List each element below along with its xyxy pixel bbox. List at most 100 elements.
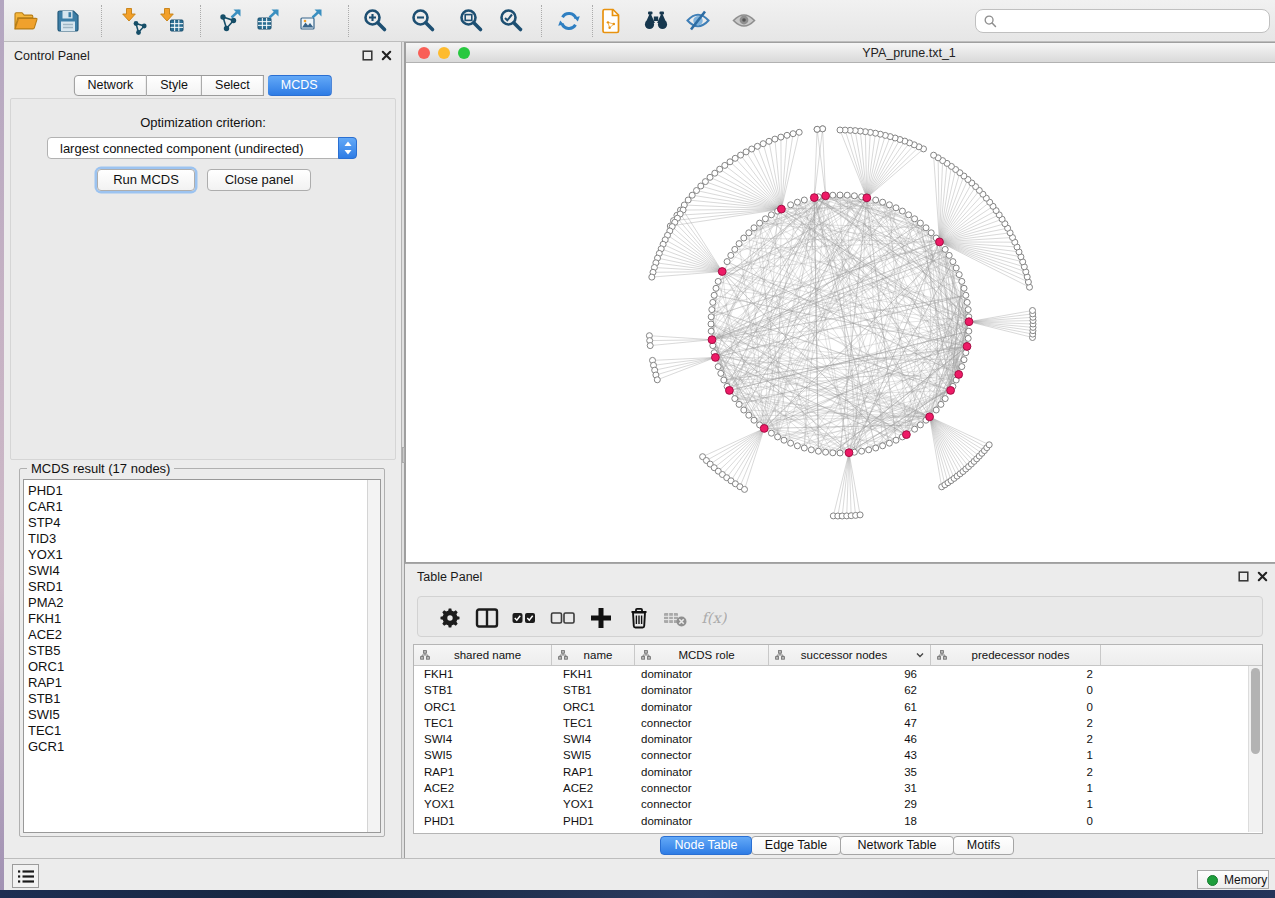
table-settings-icon[interactable]	[437, 605, 463, 631]
float-table-panel-icon[interactable]	[1238, 571, 1249, 582]
column-header-name[interactable]: name	[552, 645, 635, 665]
table-row[interactable]: TEC1TEC1connector472	[414, 715, 1247, 731]
zoom-selected-icon[interactable]	[498, 7, 526, 35]
table-row[interactable]: ORC1ORC1dominator610	[414, 699, 1247, 715]
cell[interactable]: connector	[635, 715, 769, 731]
cell[interactable]: 29	[769, 796, 931, 812]
export-table-icon[interactable]	[255, 7, 283, 35]
mcds-result-item[interactable]: YOX1	[28, 547, 364, 563]
select-all-columns-icon[interactable]	[511, 605, 537, 631]
run-mcds-button[interactable]: Run MCDS	[97, 169, 195, 191]
cell[interactable]: YOX1	[552, 796, 635, 812]
cell[interactable]: ACE2	[414, 780, 552, 796]
cell[interactable]: STB1	[414, 682, 552, 698]
table-row[interactable]: ACE2ACE2connector311	[414, 780, 1247, 796]
cell[interactable]: 0	[931, 682, 1101, 698]
cell[interactable]: dominator	[635, 731, 769, 747]
cell[interactable]: 2	[931, 666, 1101, 682]
mcds-result-item[interactable]: RAP1	[28, 675, 364, 691]
column-header-predecessor-nodes[interactable]: predecessor nodes	[931, 645, 1101, 665]
zoom-fit-icon[interactable]	[458, 7, 486, 35]
float-panel-icon[interactable]	[362, 50, 373, 61]
network-window-titlebar[interactable]: YPA_prune.txt_1	[406, 43, 1275, 63]
save-session-icon[interactable]	[54, 7, 82, 35]
cell[interactable]: PHD1	[414, 813, 552, 829]
zoom-in-icon[interactable]	[362, 7, 390, 35]
close-panel-icon[interactable]	[381, 50, 392, 61]
mcds-result-item[interactable]: STB1	[28, 691, 364, 707]
mcds-result-item[interactable]: PMA2	[28, 595, 364, 611]
table-row[interactable]: SWI4SWI4dominator462	[414, 731, 1247, 747]
cell[interactable]: ORC1	[414, 699, 552, 715]
cell[interactable]: 31	[769, 780, 931, 796]
tab-network-table[interactable]: Network Table	[840, 836, 954, 855]
cell[interactable]: STB1	[552, 682, 635, 698]
search-box[interactable]	[975, 9, 1270, 33]
table-row[interactable]: YOX1YOX1connector291	[414, 796, 1247, 812]
task-history-button[interactable]	[12, 864, 39, 888]
mcds-result-item[interactable]: ORC1	[28, 659, 364, 675]
delete-column-icon[interactable]	[626, 605, 652, 631]
show-all-icon[interactable]	[730, 7, 758, 35]
cell[interactable]: YOX1	[414, 796, 552, 812]
mcds-result-item[interactable]: TID3	[28, 531, 364, 547]
cell[interactable]: 1	[931, 747, 1101, 763]
table-scrollbar-thumb[interactable]	[1251, 668, 1260, 754]
cell[interactable]: 43	[769, 747, 931, 763]
cell[interactable]: SWI4	[552, 731, 635, 747]
criterion-dropdown[interactable]: largest connected component (undirected)	[47, 137, 357, 159]
cell[interactable]: RAP1	[414, 764, 552, 780]
cell[interactable]: 0	[931, 699, 1101, 715]
window-close-icon[interactable]	[418, 47, 430, 59]
cell[interactable]: 96	[769, 666, 931, 682]
cell[interactable]: 2	[931, 764, 1101, 780]
hide-selected-icon[interactable]	[684, 7, 712, 35]
close-panel-button[interactable]: Close panel	[207, 169, 311, 191]
memory-button[interactable]: Memory	[1197, 870, 1269, 889]
cell[interactable]: dominator	[635, 764, 769, 780]
tab-motifs[interactable]: Motifs	[953, 836, 1014, 855]
mcds-result-item[interactable]: CAR1	[28, 499, 364, 515]
cell[interactable]: ACE2	[552, 780, 635, 796]
mcds-result-item[interactable]: SWI4	[28, 563, 364, 579]
mcds-result-item[interactable]: GCR1	[28, 739, 364, 755]
import-network-icon[interactable]	[119, 7, 147, 35]
cell[interactable]: connector	[635, 780, 769, 796]
cell[interactable]: 35	[769, 764, 931, 780]
function-builder-icon[interactable]: f(x)	[701, 605, 727, 631]
export-network-icon[interactable]	[217, 7, 245, 35]
mcds-result-item[interactable]: STP4	[28, 515, 364, 531]
table-row[interactable]: PHD1PHD1dominator180	[414, 813, 1247, 829]
mcds-result-item[interactable]: ACE2	[28, 627, 364, 643]
tab-select[interactable]: Select	[202, 75, 264, 96]
cell[interactable]: 61	[769, 699, 931, 715]
tab-node-table[interactable]: Node Table	[660, 836, 752, 855]
close-table-panel-icon[interactable]	[1257, 571, 1268, 582]
column-header-MCDS-role[interactable]: MCDS role	[635, 645, 769, 665]
cell[interactable]: 18	[769, 813, 931, 829]
table-row[interactable]: SWI5SWI5connector431	[414, 747, 1247, 763]
cell[interactable]: SWI5	[552, 747, 635, 763]
cell[interactable]: 0	[931, 813, 1101, 829]
cell[interactable]: PHD1	[552, 813, 635, 829]
table-row[interactable]: RAP1RAP1dominator352	[414, 764, 1247, 780]
network-canvas[interactable]	[406, 63, 1275, 562]
column-header-shared-name[interactable]: shared name	[414, 645, 552, 665]
table-row[interactable]: STB1STB1dominator620	[414, 682, 1247, 698]
cell[interactable]: dominator	[635, 666, 769, 682]
mcds-result-item[interactable]: TEC1	[28, 723, 364, 739]
cell[interactable]: 47	[769, 715, 931, 731]
window-zoom-icon[interactable]	[458, 47, 470, 59]
cell[interactable]: 62	[769, 682, 931, 698]
mcds-result-item[interactable]: FKH1	[28, 611, 364, 627]
window-minimize-icon[interactable]	[438, 47, 450, 59]
add-column-icon[interactable]	[588, 605, 614, 631]
tab-mcds[interactable]: MCDS	[268, 75, 332, 96]
table-row[interactable]: FKH1FKH1dominator962	[414, 666, 1247, 682]
cell[interactable]: RAP1	[552, 764, 635, 780]
mcds-result-item[interactable]: PHD1	[28, 483, 364, 499]
zoom-out-icon[interactable]	[410, 7, 438, 35]
export-image-icon[interactable]	[298, 7, 326, 35]
cell[interactable]: dominator	[635, 813, 769, 829]
tab-edge-table[interactable]: Edge Table	[751, 836, 841, 855]
